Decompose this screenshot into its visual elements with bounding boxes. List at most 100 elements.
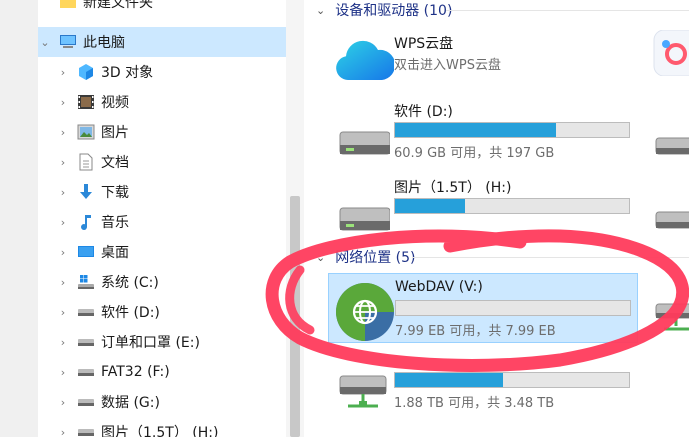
usage-bar: [395, 300, 631, 316]
chevron-right-icon[interactable]: ›: [56, 426, 70, 437]
content-pane[interactable]: ⌄ 设备和驱动器 (10) WPS云盘 双击进入WPS云盘 软件 (D:) 60…: [304, 0, 689, 437]
nav-item-drive-e[interactable]: › 订单和口罩 (E:): [38, 327, 286, 357]
drive-icon: [76, 303, 96, 321]
usage-bar-fill: [395, 373, 503, 387]
chevron-right-icon[interactable]: ›: [56, 186, 70, 199]
chevron-down-icon[interactable]: ⌄: [38, 36, 52, 49]
webdav-tile[interactable]: WebDAV (V:) 7.99 EB 可用，共 7.99 EB: [328, 273, 638, 343]
chevron-right-icon[interactable]: ›: [56, 336, 70, 349]
nav-item-system-c[interactable]: › 系统 (C:): [38, 267, 286, 297]
globe-icon: [335, 282, 394, 341]
nav-pane-scrollbar[interactable]: [286, 0, 304, 437]
chevron-right-icon[interactable]: ›: [56, 396, 70, 409]
group-divider: [412, 257, 689, 258]
hard-drive-icon[interactable]: [652, 196, 689, 236]
nav-item-label: 3D 对象: [101, 65, 154, 81]
drive-h-tile[interactable]: 图片（1.5T） (H:): [328, 172, 638, 242]
documents-icon: [76, 153, 96, 171]
tile-detail: 双击进入WPS云盘: [394, 58, 501, 73]
drive-icon: [76, 363, 96, 381]
network-drive-icon: [334, 354, 390, 410]
3d-objects-icon: [76, 63, 96, 81]
tile-name: 图片（1.5T） (H:): [394, 180, 512, 196]
chevron-right-icon[interactable]: ›: [56, 156, 70, 169]
music-icon: [76, 213, 96, 231]
devices-group-header[interactable]: ⌄ 设备和驱动器 (10): [316, 0, 452, 20]
nav-item-label: 数据 (G:): [101, 395, 160, 411]
chevron-right-icon[interactable]: ›: [56, 306, 70, 319]
download-icon: [76, 183, 96, 201]
network-drive-tile[interactable]: 1.88 TB 可用，共 3.48 TB: [328, 346, 638, 416]
tile-name: WebDAV (V:): [395, 279, 483, 295]
desktop-icon: [76, 243, 96, 261]
tile-name: WPS云盘: [394, 36, 454, 52]
nav-item-label: 文档: [101, 155, 129, 171]
chevron-right-icon[interactable]: ›: [56, 366, 70, 379]
chevron-right-icon[interactable]: ›: [56, 216, 70, 229]
nav-item-desktop[interactable]: › 桌面: [38, 237, 286, 267]
tile-name: 软件 (D:): [394, 104, 453, 120]
chevron-right-icon[interactable]: ›: [56, 246, 70, 259]
nav-item-videos[interactable]: › 视频: [38, 87, 286, 117]
pictures-icon: [76, 123, 96, 141]
group-divider: [446, 10, 689, 11]
chevron-right-icon[interactable]: ›: [56, 96, 70, 109]
tile-size: 1.88 TB 可用，共 3.48 TB: [394, 396, 555, 411]
chevron-down-icon[interactable]: ⌄: [316, 251, 325, 264]
wps-cloud-tile[interactable]: WPS云盘 双击进入WPS云盘: [328, 28, 638, 98]
chevron-down-icon[interactable]: ⌄: [316, 4, 325, 17]
hard-drive-icon[interactable]: [652, 122, 689, 162]
nav-item-drive-g[interactable]: › 数据 (G:): [38, 387, 286, 417]
nav-item-label: 系统 (C:): [101, 275, 159, 291]
nav-item-drive-d[interactable]: › 软件 (D:): [38, 297, 286, 327]
drive-d-tile[interactable]: 软件 (D:) 60.9 GB 可用，共 197 GB: [328, 96, 638, 166]
usage-bar: [394, 122, 630, 138]
nav-item-pictures[interactable]: › 图片: [38, 117, 286, 147]
file-explorer-window: 新建文件夹 ⌄ 此电脑 › 3D 对象 › 视频 › 图片 › 文档 › 下载 …: [0, 0, 689, 437]
nav-item-label: 软件 (D:): [101, 305, 160, 321]
scrollbar-thumb[interactable]: [290, 196, 300, 437]
usage-bar: [394, 372, 630, 388]
network-group-header[interactable]: ⌄ 网络位置 (5): [316, 247, 416, 267]
nav-item-label: 订单和口罩 (E:): [101, 335, 200, 351]
system-drive-icon: [76, 273, 96, 291]
group-header-label: 设备和驱动器 (10): [335, 3, 453, 19]
network-drive-icon[interactable]: [652, 296, 689, 336]
left-gutter: [0, 0, 38, 437]
navigation-pane[interactable]: 新建文件夹 ⌄ 此电脑 › 3D 对象 › 视频 › 图片 › 文档 › 下载 …: [38, 0, 286, 437]
nav-item-label: 视频: [101, 95, 129, 111]
chevron-right-icon[interactable]: ›: [56, 66, 70, 79]
computer-icon: [58, 33, 78, 51]
usage-bar-fill: [395, 123, 557, 137]
nav-item-label: FAT32 (F:): [101, 364, 170, 380]
hard-drive-icon: [334, 104, 391, 160]
nav-item-label: 此电脑: [83, 35, 125, 51]
nav-item-music[interactable]: › 音乐: [38, 207, 286, 237]
nav-item-drive-f[interactable]: › FAT32 (F:): [38, 357, 286, 387]
hard-drive-icon: [334, 180, 391, 236]
drive-icon: [76, 333, 96, 351]
nav-item-drive-h[interactable]: › 图片（1.5T） (H:): [38, 417, 286, 437]
usage-bar-fill: [395, 199, 466, 213]
tile-size: 7.99 EB 可用，共 7.99 EB: [395, 324, 556, 339]
nav-item-label: 新建文件夹: [83, 0, 153, 11]
nav-item-label: 图片（1.5T） (H:): [101, 425, 219, 437]
nav-item-label: 桌面: [101, 245, 129, 261]
group-header-label: 网络位置 (5): [335, 250, 416, 266]
usage-bar: [394, 198, 630, 214]
drive-icon: [76, 423, 96, 437]
nav-item-downloads[interactable]: › 下载: [38, 177, 286, 207]
nav-item-label: 音乐: [101, 215, 129, 231]
chevron-right-icon[interactable]: ›: [56, 126, 70, 139]
nav-item-label: 图片: [101, 125, 129, 141]
nav-item-3d-objects[interactable]: › 3D 对象: [38, 57, 286, 87]
drive-icon: [76, 393, 96, 411]
app-icon[interactable]: [652, 29, 689, 77]
video-icon: [76, 93, 96, 111]
nav-item-documents[interactable]: › 文档: [38, 147, 286, 177]
nav-item-new-folder[interactable]: 新建文件夹: [38, 0, 286, 17]
nav-item-this-pc[interactable]: ⌄ 此电脑: [38, 27, 286, 57]
tile-size: 60.9 GB 可用，共 197 GB: [394, 146, 555, 161]
chevron-right-icon[interactable]: ›: [56, 276, 70, 289]
cloud-icon: [334, 36, 396, 92]
